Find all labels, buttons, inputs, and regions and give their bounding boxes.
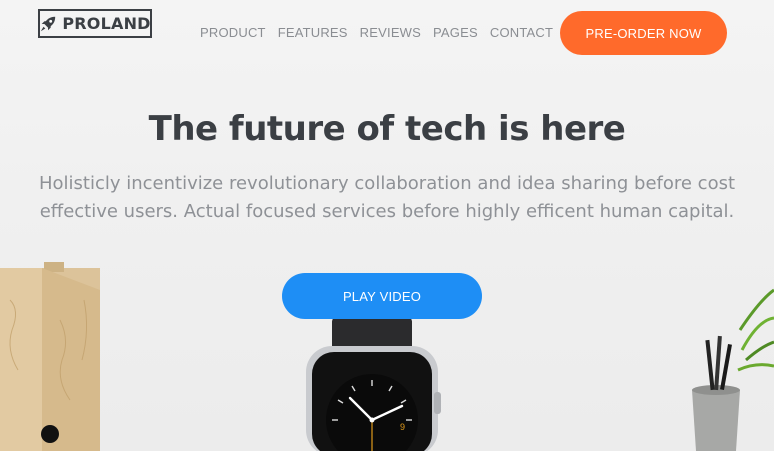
hero-headline: The future of tech is here xyxy=(148,109,626,149)
nav-item-pages[interactable]: PAGES xyxy=(433,25,478,40)
logo-text: PROLAND xyxy=(62,14,151,33)
main-nav: PRODUCT FEATURES REVIEWS PAGES CONTACT xyxy=(200,25,553,40)
pre-order-button[interactable]: PRE-ORDER NOW xyxy=(560,11,727,55)
nav-item-contact[interactable]: CONTACT xyxy=(490,25,553,40)
smartwatch: 9 xyxy=(306,316,441,451)
play-video-button[interactable]: PLAY VIDEO xyxy=(282,273,482,319)
svg-text:9: 9 xyxy=(400,422,405,432)
nav-item-features[interactable]: FEATURES xyxy=(278,25,348,40)
rocket-icon xyxy=(39,15,57,33)
nav-item-reviews[interactable]: REVIEWS xyxy=(360,25,421,40)
hero-subtext: Holisticly incentivize revolutionary col… xyxy=(38,173,736,222)
plant-pot-with-pens xyxy=(692,288,774,451)
logo[interactable]: PROLAND xyxy=(38,9,152,38)
nav-item-product[interactable]: PRODUCT xyxy=(200,25,266,40)
wooden-file-box xyxy=(0,262,100,451)
